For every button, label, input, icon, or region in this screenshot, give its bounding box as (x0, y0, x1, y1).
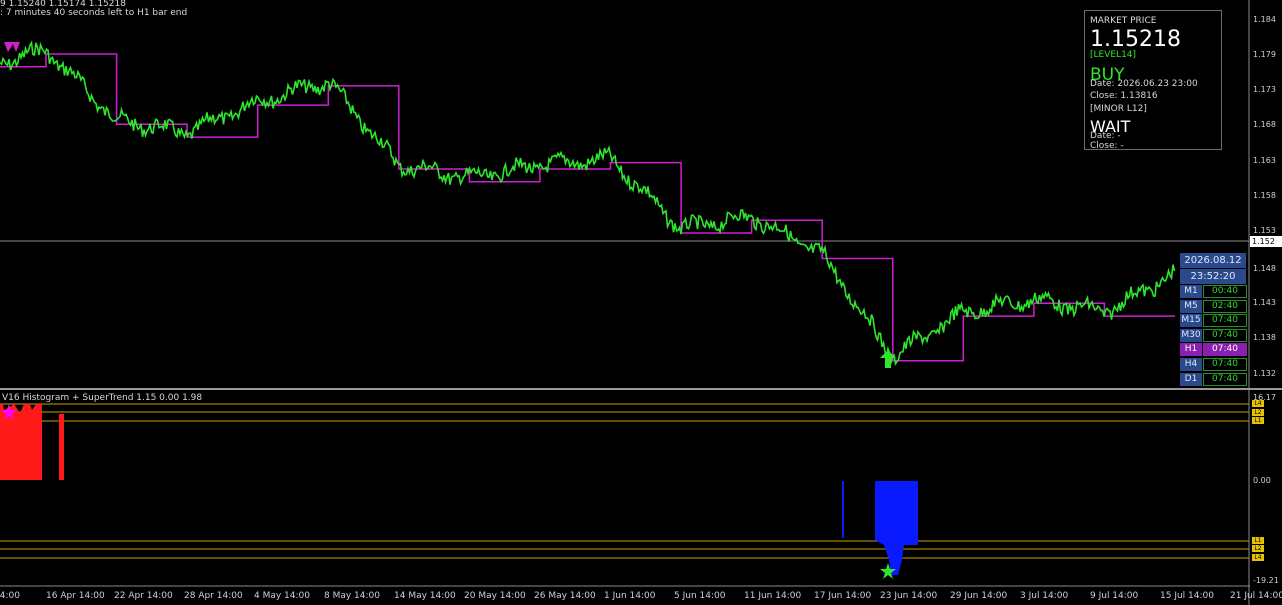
histogram-red-bar-small (59, 414, 64, 480)
panel-minor-date: Date: - (1090, 131, 1121, 141)
panel-date: Date: 2026.06.23 23:00 (1090, 79, 1198, 89)
timeframe-label: M5 (1180, 299, 1202, 313)
current-price-label: 1.152 (1250, 236, 1282, 247)
price-axis-label: 1.132 (1253, 369, 1276, 378)
time-axis-label: 11 Jun 14:00 (744, 591, 802, 601)
level-tag-upper-1: L4 (1252, 400, 1264, 407)
panel-minor-close: Close: - (1090, 141, 1124, 151)
server-date: 2026.08.12 (1180, 253, 1246, 268)
time-axis-label: 21 Jul 14:00 (1230, 591, 1282, 601)
market-price-panel: MARKET PRICE 1.15218 [LEVEL14] BUY Date:… (1084, 10, 1222, 151)
timeframe-countdown: 07:40 (1203, 372, 1247, 386)
price-axis-label: 1.148 (1253, 264, 1276, 273)
histogram-blue-bars (875, 481, 918, 575)
price-axis-label: 1.143 (1253, 298, 1276, 307)
timeframe-countdown: 07:40 (1203, 343, 1247, 357)
timeframe-label: M1 (1180, 285, 1202, 298)
time-axis-label: 9 Jul 14:00 (1090, 591, 1139, 601)
price-axis-label: 1.179 (1253, 50, 1276, 59)
time-axis-label: 22 Apr 14:00 (114, 591, 173, 601)
price-axis-label: 1.184 (1253, 15, 1276, 24)
level-tag-upper-3: L1 (1252, 417, 1264, 424)
price-axis-label: 1.168 (1253, 120, 1276, 129)
time-axis-label: 29 Jun 14:00 (950, 591, 1008, 601)
time-axis-label: 3 Jul 14:00 (1020, 591, 1069, 601)
server-time: 23:52:20 (1180, 269, 1246, 284)
time-axis-label: 26 May 14:00 (534, 591, 596, 601)
time-axis-label: 8 May 14:00 (324, 591, 380, 601)
timeframe-countdown: 00:40 (1203, 285, 1247, 298)
price-axis-label: 1.173 (1253, 85, 1276, 94)
timeframe-row-m1[interactable]: M1 00:40 (1180, 285, 1247, 298)
panel-minor: [MINOR L12] (1090, 104, 1147, 114)
indicator-scale-bottom: -19.21 (1253, 576, 1279, 585)
level-tag-lower-3: L4 (1252, 554, 1264, 561)
sell-marker-icon (4, 42, 20, 52)
timeframe-countdown: 07:40 (1203, 358, 1247, 371)
price-axis-label: 1.158 (1253, 191, 1276, 200)
time-axis-label: 15 Jul 14:00 (1160, 591, 1214, 601)
timeframe-row-m5[interactable]: M5 02:40 (1180, 299, 1247, 313)
time-axis-label: 14 May 14:00 (394, 591, 456, 601)
buy-arrow-icon (880, 350, 896, 368)
time-axis-label: 16 Apr 14:00 (46, 591, 105, 601)
supertrend-line (0, 53, 1175, 362)
timeframe-label: M30 (1180, 328, 1202, 342)
timeframe-countdown: 02:40 (1203, 299, 1247, 313)
level-tag-lower-2: L2 (1252, 545, 1264, 552)
panel-price: 1.15218 (1090, 27, 1181, 52)
timeframe-label: H4 (1180, 358, 1202, 371)
time-axis-label: 17 Jun 14:00 (814, 591, 872, 601)
indicator-title: V16 Histogram + SuperTrend 1.15 0.00 1.9… (2, 393, 203, 403)
panel-title: MARKET PRICE (1090, 16, 1157, 26)
panel-close: Close: 1.13816 (1090, 91, 1158, 101)
time-axis-label: 1 Jun 14:00 (604, 591, 656, 601)
timeframe-countdown: 07:40 (1203, 328, 1247, 342)
timeframe-label: M15 (1180, 314, 1202, 328)
indicator-scale-zero: 0.00 (1253, 476, 1271, 485)
price-axis-label: 1.163 (1253, 156, 1276, 165)
histogram-blue-bar-thin (842, 481, 844, 538)
timeframe-label: D1 (1180, 372, 1202, 386)
time-axis-label: 28 Apr 14:00 (184, 591, 243, 601)
level-tag-lower-1: L1 (1252, 537, 1264, 544)
timeframe-row-m30[interactable]: M30 07:40 (1180, 328, 1247, 342)
timeframe-row-m15[interactable]: M15 07:40 (1180, 314, 1247, 328)
panel-level: [LEVEL14] (1090, 50, 1137, 60)
time-axis-label: 5 Jun 14:00 (674, 591, 726, 601)
timeframe-row-d1[interactable]: D1 07:40 (1180, 372, 1247, 386)
price-axis-label: 1.138 (1253, 333, 1276, 342)
timeframe-label: H1 (1180, 343, 1202, 357)
timeframe-row-h1[interactable]: H1 07:40 (1180, 343, 1247, 357)
time-axis-label: 23 Jun 14:00 (880, 591, 938, 601)
time-axis-label: 14:00 (0, 591, 20, 601)
price-axis-label: 1.153 (1253, 226, 1276, 235)
timeframe-countdown: 07:40 (1203, 314, 1247, 328)
time-axis-label: 4 May 14:00 (254, 591, 310, 601)
level-tag-upper-2: L2 (1252, 409, 1264, 416)
time-axis-label: 20 May 14:00 (464, 591, 526, 601)
timeframe-row-h4[interactable]: H4 07:40 (1180, 358, 1247, 371)
bar-countdown: : 7 minutes 40 seconds left to H1 bar en… (0, 8, 188, 18)
